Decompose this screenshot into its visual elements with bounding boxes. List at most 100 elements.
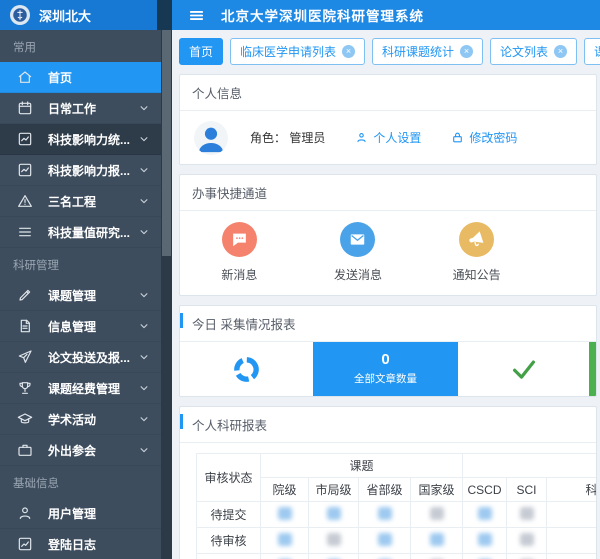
- personal-settings-link[interactable]: 个人设置: [355, 129, 421, 146]
- tab-paper-list[interactable]: 论文列表 ×: [490, 38, 577, 65]
- tab-home[interactable]: 首页: [179, 38, 223, 65]
- redacted-value[interactable]: [478, 507, 492, 520]
- column-header: SCI: [507, 478, 547, 502]
- sidebar-item-login-log[interactable]: 登陆日志: [0, 529, 161, 559]
- tab-label: 课题费用报表: [594, 43, 600, 60]
- hamburger-menu-icon[interactable]: [188, 7, 205, 24]
- sidebar-item-label: 课题管理: [48, 287, 139, 304]
- chart-line-icon: [17, 536, 33, 552]
- sidebar-item-project-funding[interactable]: 课题经费管理: [0, 373, 161, 404]
- redacted-value[interactable]: [327, 533, 341, 546]
- quick-channel-send-message[interactable]: 发送消息: [299, 222, 418, 283]
- row-label: 待提交: [197, 502, 261, 528]
- sidebar-item-project-management[interactable]: 课题管理: [0, 280, 161, 311]
- chevron-down-icon: [139, 445, 149, 455]
- tab-label: 论文列表: [500, 43, 548, 60]
- trophy-icon: [17, 380, 33, 396]
- redacted-value[interactable]: [430, 507, 444, 520]
- main-content: 首页临床医学申请列表×科研课题统计×论文列表×课题费用报表×用户列表× 个人信息…: [172, 30, 600, 559]
- home-icon: [17, 69, 33, 85]
- user-icon: [17, 505, 33, 521]
- redacted-value[interactable]: [278, 533, 292, 546]
- sidebar-section-label: 常用: [0, 30, 161, 62]
- stat-check-block: [458, 342, 589, 396]
- stat-spinner-block: [180, 342, 313, 396]
- paper-plane-icon: [17, 349, 33, 365]
- sidebar-item-label: 科技量值研究...: [48, 224, 139, 241]
- envelope-icon: [340, 222, 375, 257]
- table-cell: [359, 554, 411, 559]
- tab-close-icon[interactable]: ×: [460, 45, 473, 58]
- tab-research-project-stats[interactable]: 科研课题统计×: [372, 38, 483, 65]
- all-articles-stat[interactable]: 0 全部文章数量: [313, 342, 458, 396]
- tab-bar: 首页临床医学申请列表×科研课题统计×论文列表×课题费用报表×用户列表×: [179, 38, 597, 65]
- quick-channel-notice[interactable]: 通知公告: [417, 222, 536, 283]
- chevron-down-icon: [139, 352, 149, 362]
- sidebar-item-label: 日常工作: [48, 100, 139, 117]
- column-header: 国家级: [411, 478, 463, 502]
- sidebar-item-tech-influence-stats[interactable]: 科技影响力统...: [0, 124, 161, 155]
- chat-icon: [222, 222, 257, 257]
- table-cell: [411, 502, 463, 528]
- table-cell: [359, 528, 411, 554]
- sidebar-item-label: 科技影响力统...: [48, 131, 139, 148]
- report-table-wrap: 审核状态课题论文院级市局级省部级国家级CSCDSCI科技核心（统计源）期刊 待提…: [180, 443, 596, 559]
- logo-area: 深圳北大: [0, 0, 157, 30]
- app-window: 深圳北大 北京大学深圳医院科研管理系统 常用首页日常工作科技影响力统... 科技影…: [0, 0, 600, 559]
- quick-channels-body: 新消息发送消息通知公告: [180, 211, 596, 295]
- chevron-down-icon: [139, 383, 149, 393]
- sidebar-item-home[interactable]: 首页: [0, 62, 161, 93]
- sidebar-item-label: 信息管理: [48, 318, 139, 335]
- graduation-cap-icon: [17, 411, 33, 427]
- tab-close-icon[interactable]: ×: [554, 45, 567, 58]
- redacted-value[interactable]: [478, 533, 492, 546]
- app-title: 北京大学深圳医院科研管理系统: [221, 5, 424, 25]
- stat-value: 0: [381, 352, 389, 368]
- tab-project-fee-report[interactable]: 课题费用报表×: [584, 38, 600, 65]
- checkmark-icon: [509, 354, 539, 384]
- column-header: 省部级: [359, 478, 411, 502]
- row-label: 待审核: [197, 528, 261, 554]
- scrollbar-thumb[interactable]: [162, 30, 171, 256]
- sidebar-item-paper-submission[interactable]: 论文投送及报...: [0, 342, 161, 373]
- redacted-value[interactable]: [378, 533, 392, 546]
- redacted-value[interactable]: [378, 507, 392, 520]
- column-header-status: 审核状态: [197, 454, 261, 502]
- chevron-down-icon: [139, 165, 149, 175]
- tab-clinical-application-list[interactable]: 临床医学申请列表×: [230, 38, 365, 65]
- redacted-value[interactable]: [278, 507, 292, 520]
- header-main: 北京大学深圳医院科研管理系统: [172, 0, 600, 30]
- warning-icon: [17, 193, 33, 209]
- tab-close-icon[interactable]: ×: [342, 45, 355, 58]
- card-title: 办事快捷通道: [192, 187, 267, 201]
- sidebar-item-tech-value-research[interactable]: 科技量值研究...: [0, 217, 161, 248]
- redacted-value[interactable]: [520, 533, 534, 546]
- quick-channel-new-message[interactable]: 新消息: [180, 222, 299, 283]
- sidebar-item-info-management[interactable]: 信息管理: [0, 311, 161, 342]
- sidebar-item-tech-influence-report[interactable]: 科技影响力报...: [0, 155, 161, 186]
- avatar: [194, 121, 228, 155]
- today-report-body: 0 全部文章数量: [180, 342, 596, 396]
- megaphone-icon: [459, 222, 494, 257]
- group-header: 论文: [463, 454, 596, 478]
- sidebar-item-daily-work[interactable]: 日常工作: [0, 93, 161, 124]
- card-header: 今日 采集情况报表: [180, 306, 596, 342]
- sidebar-item-academic-activity[interactable]: 学术活动: [0, 404, 161, 435]
- redacted-value[interactable]: [520, 507, 534, 520]
- row-label: 已通过: [197, 554, 261, 559]
- personal-info-card: 个人信息 角色： 管理员 个人设置 修改密码: [179, 74, 597, 165]
- card-title: 今日 采集情况报表: [192, 318, 295, 332]
- quick-channel-label: 发送消息: [299, 266, 418, 283]
- change-password-link[interactable]: 修改密码: [451, 129, 517, 146]
- sidebar-section-label: 基础信息: [0, 466, 161, 498]
- sidebar-item-label: 三名工程: [48, 193, 139, 210]
- sidebar-item-three-name-project[interactable]: 三名工程: [0, 186, 161, 217]
- list-icon: [17, 224, 33, 240]
- table-cell: [261, 502, 309, 528]
- redacted-value[interactable]: [430, 533, 444, 546]
- sidebar-item-outgoing-meeting[interactable]: 外出参会: [0, 435, 161, 466]
- sidebar-item-user-management[interactable]: 用户管理: [0, 498, 161, 529]
- table-cell: [359, 502, 411, 528]
- redacted-value[interactable]: [327, 507, 341, 520]
- sidebar-scrollbar[interactable]: [161, 30, 172, 559]
